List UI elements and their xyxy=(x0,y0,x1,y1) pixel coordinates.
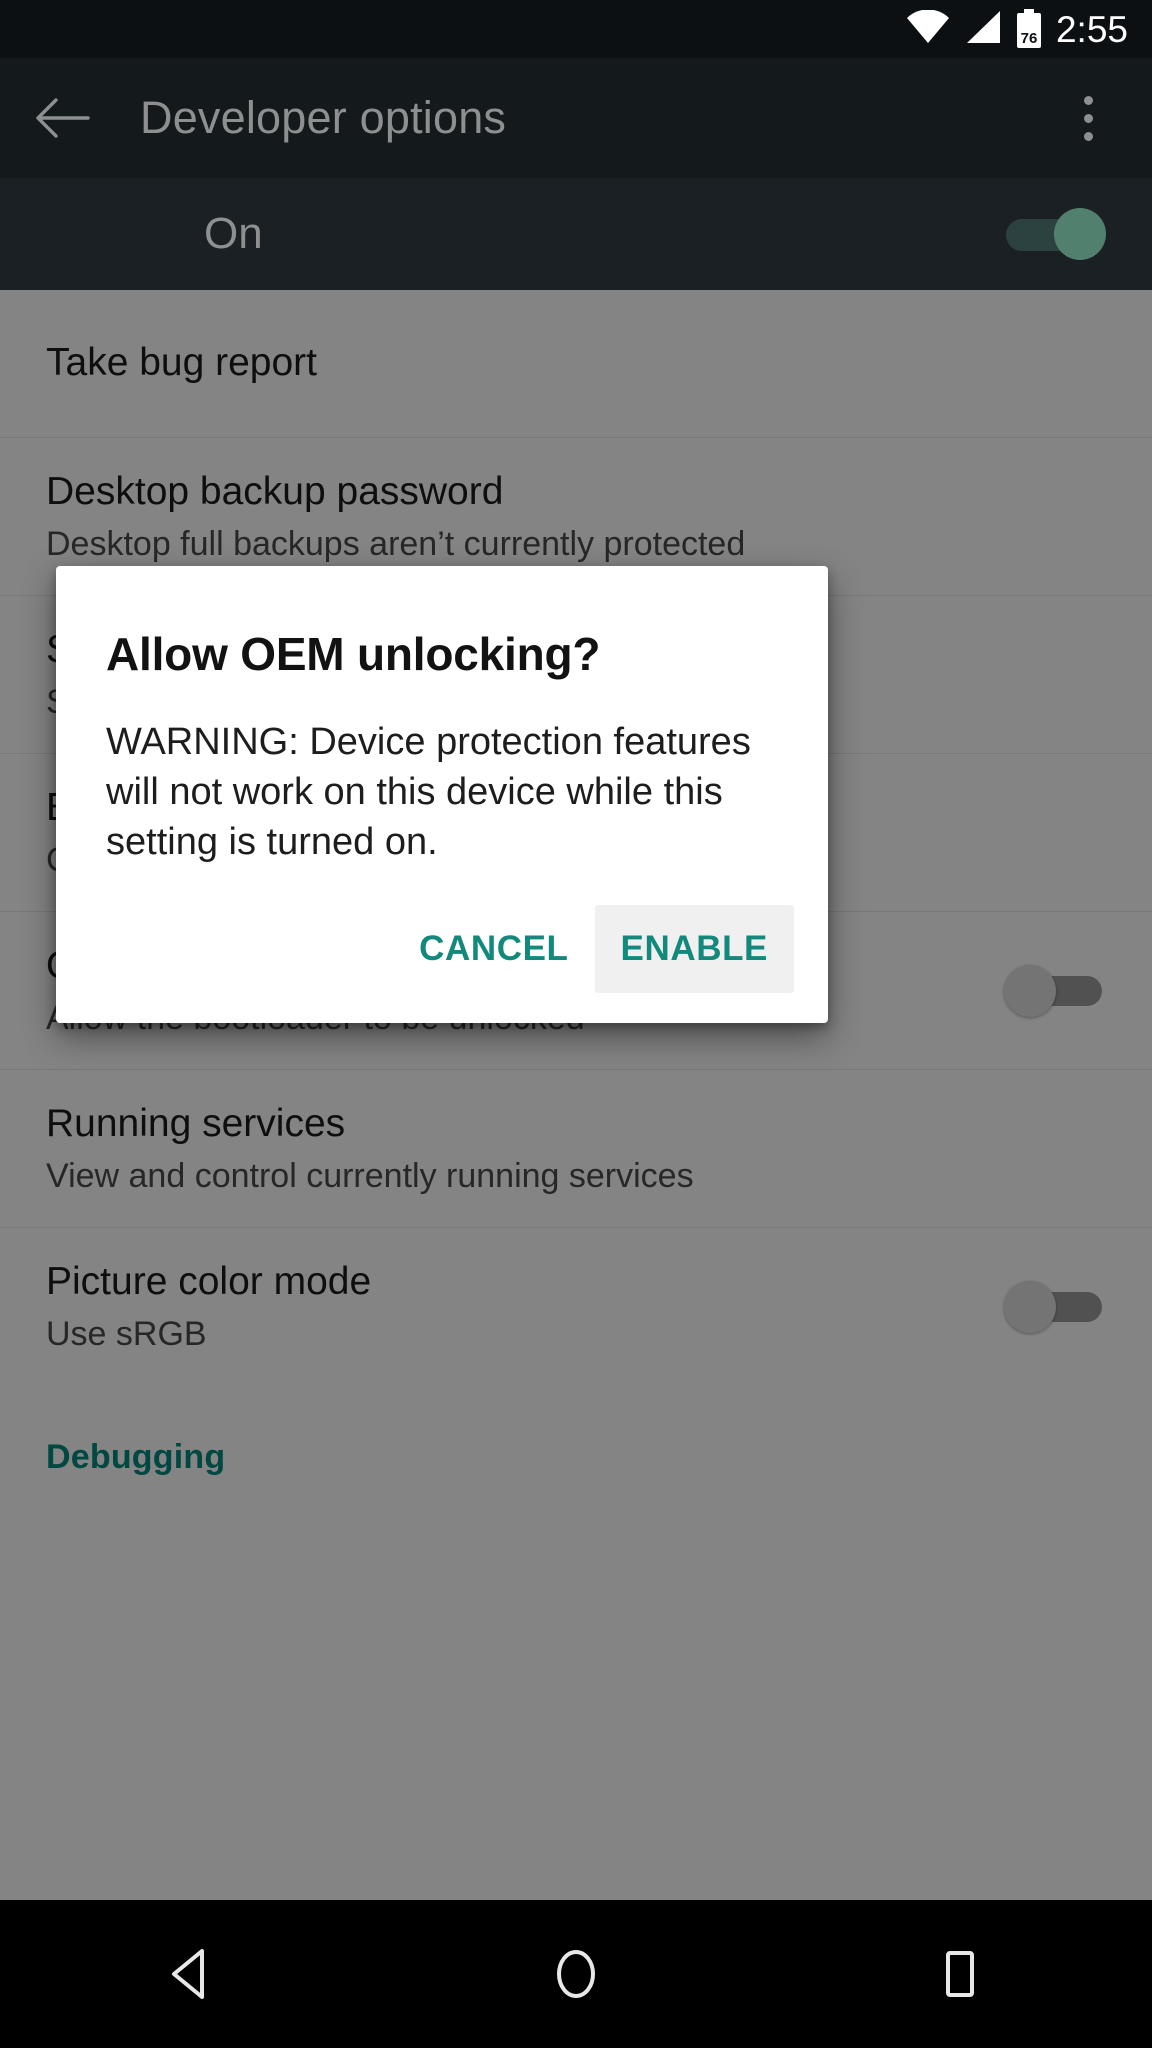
row-subtitle: View and control currently running servi… xyxy=(46,1156,694,1195)
toggle-thumb xyxy=(1004,1281,1056,1333)
row-title: Desktop backup password xyxy=(46,469,504,513)
row-title: Running services xyxy=(46,1101,346,1145)
toggle-thumb xyxy=(1004,964,1056,1017)
oem-unlocking-dialog: Allow OEM unlocking? WARNING: Device pro… xyxy=(56,566,828,1024)
nav-recents-square-icon[interactable] xyxy=(880,1900,1040,2048)
row-subtitle: Desktop full backups aren’t currently pr… xyxy=(46,524,746,563)
setting-row-take-bug-report[interactable]: Take bug report xyxy=(0,290,1152,438)
dot xyxy=(1083,131,1093,141)
nav-back-triangle-icon[interactable] xyxy=(112,1900,272,2048)
settings-list: Take bug report Desktop backup password … xyxy=(0,290,1152,1900)
row-subtitle: Use sRGB xyxy=(46,1315,207,1353)
battery-icon: 76 xyxy=(1016,9,1042,49)
developer-options-master-bar: On xyxy=(0,178,1152,290)
toggle-thumb xyxy=(1054,208,1106,260)
status-icon-group: 76 xyxy=(906,8,1042,49)
dot xyxy=(1083,95,1093,105)
page-title: Developer options xyxy=(140,92,507,143)
status-clock: 2:55 xyxy=(1055,8,1128,50)
status-bar: 76 2:55 xyxy=(0,0,1152,58)
android-screen: Take bug report Desktop backup password … xyxy=(0,0,1152,2048)
row-title: Picture color mode xyxy=(46,1260,372,1304)
row-title: Take bug report xyxy=(46,341,318,385)
battery-level-label: 76 xyxy=(1020,30,1038,47)
app-bar: Developer options xyxy=(0,58,1152,178)
setting-row-running-services[interactable]: Running services View and control curren… xyxy=(0,1070,1152,1228)
developer-options-master-toggle[interactable] xyxy=(1006,208,1110,260)
master-switch-label: On xyxy=(204,209,263,258)
system-navigation-bar xyxy=(0,1900,1152,2048)
enable-button[interactable]: ENABLE xyxy=(594,905,794,994)
back-arrow-icon[interactable] xyxy=(28,84,96,152)
nav-home-circle-icon[interactable] xyxy=(496,1900,656,2048)
wifi-icon xyxy=(906,8,950,49)
cancel-button[interactable]: CANCEL xyxy=(393,905,594,993)
setting-row-picture-color-mode[interactable]: Picture color mode Use sRGB xyxy=(0,1228,1152,1386)
section-header-debugging: Debugging xyxy=(46,1438,226,1476)
cellular-signal-icon xyxy=(964,10,1002,49)
dialog-message: WARNING: Device protection features will… xyxy=(106,720,751,864)
overflow-menu-icon[interactable] xyxy=(1058,84,1118,152)
picture-color-mode-toggle[interactable] xyxy=(1004,1281,1108,1333)
dialog-title: Allow OEM unlocking? xyxy=(106,628,601,680)
oem-unlocking-toggle[interactable] xyxy=(1004,964,1108,1017)
dot xyxy=(1083,113,1093,123)
dialog-action-bar: CANCEL ENABLE xyxy=(56,867,828,1023)
